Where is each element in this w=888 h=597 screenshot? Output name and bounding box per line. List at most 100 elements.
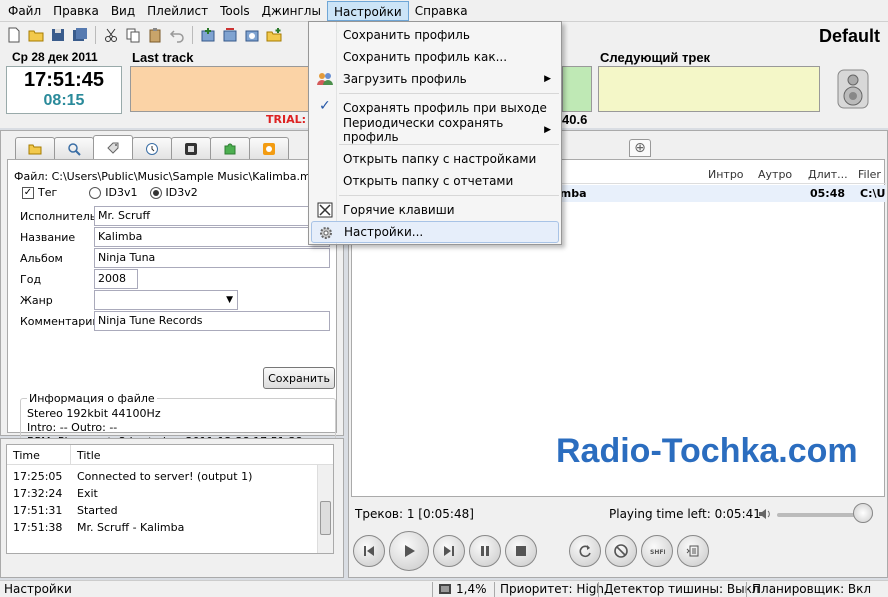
menu-help[interactable]: Справка (409, 1, 474, 21)
volume-icon[interactable] (757, 506, 773, 525)
profile-name: Default (818, 26, 880, 46)
tag-checkbox[interactable]: ✓ (22, 186, 34, 199)
copy-icon[interactable] (123, 25, 143, 45)
log-col-time[interactable]: Time (7, 445, 71, 464)
genre-row: Жанр ▼ (20, 290, 238, 310)
scroll-thumb[interactable] (320, 501, 331, 535)
left-panel: Файл: C:\Users\Public\Music\Sample Music… (0, 130, 344, 454)
repeat-button[interactable] (569, 535, 601, 567)
block-icon (614, 544, 628, 558)
menu-item-settings[interactable]: Настройки... (311, 221, 559, 243)
folder-icon (28, 144, 42, 154)
comment-field[interactable]: Ninja Tune Records (94, 311, 330, 331)
previous-button[interactable] (353, 535, 385, 567)
scheduler-status: Планировщик: Вкл (752, 582, 872, 596)
menu-settings[interactable]: Настройки (326, 0, 409, 21)
open-folder-icon[interactable] (26, 25, 46, 45)
tab-search[interactable] (54, 137, 94, 159)
file-path: Файл: C:\Users\Public\Music\Sample Music… (14, 170, 325, 183)
level-meter (562, 66, 592, 112)
menu-item-load-profile[interactable]: Загрузить профиль ▶ (311, 68, 559, 90)
menu-separator (339, 144, 559, 145)
playlist-insert-icon[interactable] (220, 25, 240, 45)
settings-menu: Сохранить профиль Сохранить профиль как.… (308, 21, 562, 245)
new-file-icon[interactable] (4, 25, 24, 45)
play-button[interactable] (389, 531, 429, 571)
silence-detector-status: Детектор тишины: Выкл (604, 582, 760, 596)
paste-icon[interactable] (145, 25, 165, 45)
menu-item-save-profile-as[interactable]: Сохранить профиль как... (311, 46, 559, 68)
undo-icon[interactable] (167, 25, 187, 45)
menu-item-autosave-profile[interactable]: Периодически сохранять профиль ▶ (311, 116, 559, 144)
menubar: Файл Правка Вид Плейлист Tools Джинглы Н… (0, 0, 888, 22)
submenu-arrow-icon: ▶ (544, 74, 551, 84)
col-file[interactable]: Filer (858, 168, 881, 181)
log-scrollbar[interactable] (317, 465, 333, 553)
volume-knob[interactable] (853, 503, 874, 523)
tab-schedule[interactable] (132, 137, 172, 159)
save-all-icon[interactable] (70, 25, 90, 45)
plus-icon: ⊕ (634, 140, 646, 156)
next-button[interactable] (433, 535, 465, 567)
menu-item-save-profile[interactable]: Сохранить профиль (311, 24, 559, 46)
album-field[interactable]: Ninja Tuna (94, 248, 330, 268)
priority-status: Приоритет: High (500, 582, 604, 596)
id3v1-label: ID3v1 (105, 186, 138, 199)
status-text: Настройки (4, 582, 72, 596)
status-separator (598, 582, 599, 597)
menu-item-hotkeys[interactable]: Горячие клавиши (311, 199, 559, 221)
tab-settings[interactable] (249, 137, 289, 159)
tab-folder[interactable] (15, 137, 55, 159)
tab-cart[interactable] (171, 137, 211, 159)
menu-jingles[interactable]: Джинглы (256, 1, 327, 21)
menu-edit[interactable]: Правка (47, 1, 105, 21)
save-tags-button[interactable]: Сохранить (263, 367, 335, 389)
playlist-add-icon[interactable] (198, 25, 218, 45)
year-field[interactable]: 2008 (94, 269, 138, 289)
menu-view[interactable]: Вид (105, 1, 141, 21)
id3v2-radio[interactable] (149, 186, 162, 199)
puzzle-icon (224, 143, 236, 154)
col-intro[interactable]: Интро (708, 168, 744, 181)
shuffle-icon: SHFL (650, 549, 665, 556)
playlist-replace-icon[interactable] (242, 25, 262, 45)
menu-tools[interactable]: Tools (214, 1, 256, 21)
playlist-mode-button[interactable] (677, 535, 709, 567)
pause-button[interactable] (469, 535, 501, 567)
col-duration[interactable]: Длит... (808, 168, 848, 181)
status-separator (432, 582, 433, 597)
title-label: Название (20, 230, 76, 244)
col-outro[interactable]: Аутро (758, 168, 792, 181)
menu-item-open-reports-folder[interactable]: Открыть папку с отчетами (311, 170, 559, 192)
log-col-title[interactable]: Title (71, 445, 315, 464)
year-label: Год (20, 272, 42, 286)
stop-icon (516, 546, 526, 556)
add-playlist-tab[interactable]: ⊕ (629, 139, 651, 157)
block-button[interactable] (605, 535, 637, 567)
tag-checkbox-label: Тег (38, 186, 58, 199)
tab-tags[interactable] (93, 135, 133, 159)
genre-select[interactable]: ▼ (94, 290, 238, 310)
shuffle-button[interactable]: SHFL (641, 535, 673, 567)
checkmark-icon: ✓ (319, 98, 331, 114)
tag-editor: Файл: C:\Users\Public\Music\Sample Music… (7, 159, 337, 454)
cpu-icon (439, 584, 451, 594)
remaining-time: 40.6 (562, 112, 588, 127)
stop-button[interactable] (505, 535, 537, 567)
id3v1-radio[interactable] (89, 186, 102, 199)
log-row: 17:32:24 Exit (13, 487, 98, 500)
cpu-value: 1,4% (456, 582, 487, 596)
speaker-icon[interactable] (828, 64, 878, 114)
title-field[interactable]: Kalimba (94, 227, 330, 247)
cut-icon[interactable] (101, 25, 121, 45)
playlist-folder-icon[interactable] (264, 25, 284, 45)
menu-playlist[interactable]: Плейлист (141, 1, 214, 21)
tab-plugins[interactable] (210, 137, 250, 159)
menu-file[interactable]: Файл (2, 1, 47, 21)
last-track-label: Last track (132, 50, 194, 65)
clock: Ср 28 дек 2011 17:51:45 08:15 (6, 50, 122, 114)
last-track-box (130, 66, 310, 112)
menu-item-open-settings-folder[interactable]: Открыть папку с настройками (311, 148, 559, 170)
artist-field[interactable]: Mr. Scruff (94, 206, 330, 226)
save-icon[interactable] (48, 25, 68, 45)
